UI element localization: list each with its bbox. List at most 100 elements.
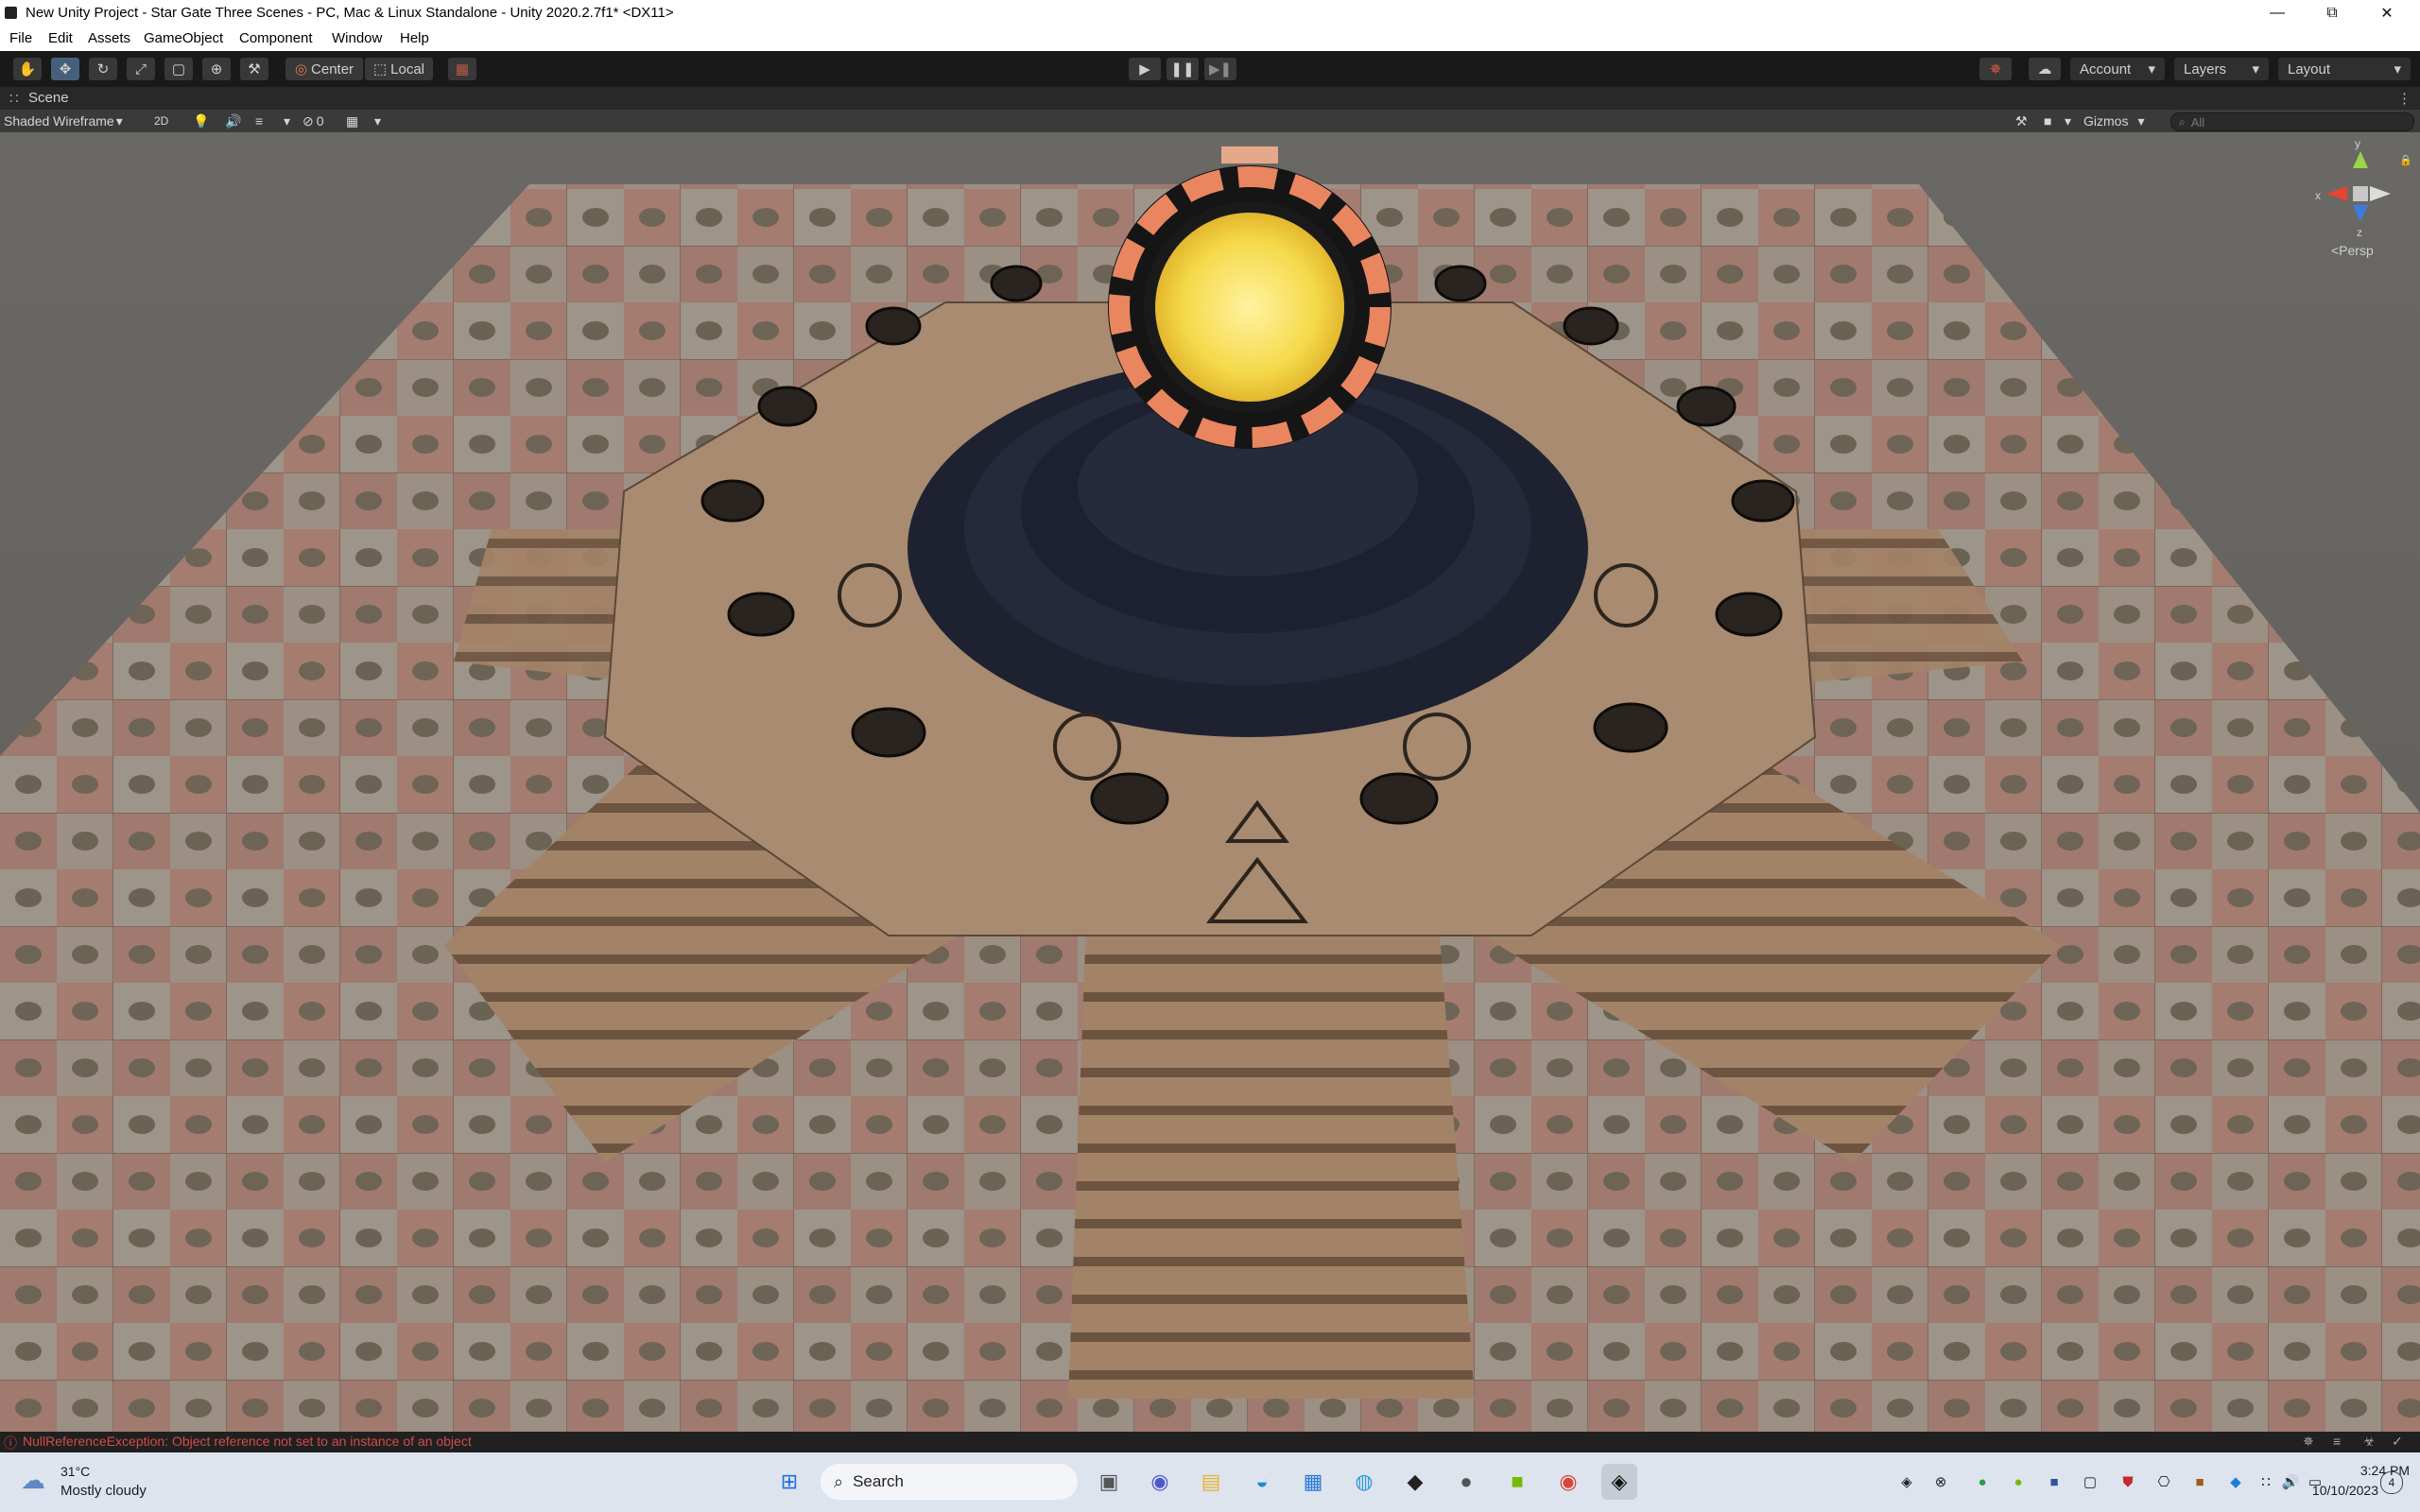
ghost-app-icon[interactable]: ◆ xyxy=(1397,1464,1433,1500)
scene-viewport[interactable]: y x z <Persp 🔒 xyxy=(0,132,2420,1432)
minimize-icon[interactable]: — xyxy=(2250,0,2305,26)
clock-date[interactable]: 10/10/2023 xyxy=(2293,1483,2378,1498)
cache-icon[interactable]: ≡ xyxy=(2333,1434,2341,1449)
audio-icon[interactable]: 🔊 xyxy=(225,112,241,130)
scale-tool-icon[interactable]: ⤢ xyxy=(127,58,155,80)
effects-icon[interactable]: ≡ xyxy=(255,112,263,130)
gizmo-neg-x-arrow[interactable] xyxy=(2370,186,2391,201)
collab-icon[interactable]: ✵ xyxy=(1979,58,2012,80)
move-tool-icon[interactable]: ✥ xyxy=(51,58,79,80)
layout-dropdown[interactable]: Layout ▾ xyxy=(2278,58,2411,80)
error-icon: ⓘ xyxy=(4,1435,17,1451)
draw-mode-dropdown[interactable]: Shaded Wireframe ▾ xyxy=(4,112,136,130)
unity-tray-icon[interactable]: ◈ xyxy=(1896,1471,1917,1492)
cube-icon: ⬚ xyxy=(372,61,388,77)
menu-file[interactable]: File xyxy=(9,30,32,46)
dark-app-icon[interactable]: ● xyxy=(1448,1464,1484,1500)
pivot-space-toggle[interactable]: ⬚ Local xyxy=(365,58,433,80)
cloud-weather-icon[interactable]: ☁ xyxy=(21,1466,45,1495)
gizmo-x-arrow[interactable] xyxy=(2326,186,2347,201)
camera-icon[interactable]: ■ xyxy=(2044,112,2051,130)
window-title: New Unity Project - Star Gate Three Scen… xyxy=(26,5,674,21)
outlook-tray-icon[interactable]: ■ xyxy=(2044,1471,2065,1492)
menu-help[interactable]: Help xyxy=(400,30,429,46)
more-options-icon[interactable]: ⋮ xyxy=(2397,90,2411,107)
step-button-icon[interactable]: ▶❚ xyxy=(1204,58,1236,80)
windows-start-icon[interactable]: ⊞ xyxy=(771,1464,807,1500)
chevron-down-icon: ▾ xyxy=(115,112,123,129)
check-icon[interactable]: ✓ xyxy=(2392,1434,2403,1450)
layers-label: Layers xyxy=(2184,60,2227,77)
grid-snap-icon[interactable]: ▦ xyxy=(448,58,476,80)
chevron-down-icon: ▾ xyxy=(2148,61,2155,77)
usb-tray-icon[interactable]: ⎔ xyxy=(2153,1471,2174,1492)
app-tray-icon[interactable]: ■ xyxy=(2189,1471,2210,1492)
maximize-icon[interactable]: ⧉ xyxy=(2305,0,2360,26)
cloud-icon[interactable]: ☁ xyxy=(2029,58,2061,80)
menu-edit[interactable]: Edit xyxy=(48,30,73,46)
custom-tool-icon[interactable]: ⚒ xyxy=(240,58,268,80)
chevron-down-icon[interactable]: ▾ xyxy=(2065,112,2071,130)
pause-button-icon[interactable]: ❚❚ xyxy=(1167,58,1199,80)
lighting-icon[interactable]: 💡 xyxy=(193,112,209,130)
taskbar-search[interactable]: ⌕ Search xyxy=(821,1464,1078,1500)
security-tray-icon[interactable]: ⛊ xyxy=(2118,1471,2138,1492)
orientation-gizmo[interactable]: y x z <Persp 🔒 xyxy=(2307,137,2412,260)
layers-dropdown[interactable]: Layers ▾ xyxy=(2174,58,2269,80)
network-tray-icon[interactable]: ▢ xyxy=(2080,1471,2100,1492)
gizmo-x-label: x xyxy=(2315,189,2321,202)
nvidia-icon[interactable]: ■ xyxy=(1499,1464,1535,1500)
gizmo-y-arrow[interactable] xyxy=(2353,151,2368,168)
weather-temp[interactable]: 31°C xyxy=(60,1464,90,1479)
menu-component[interactable]: Component xyxy=(239,30,313,46)
nvidia-tray-icon[interactable]: ● xyxy=(2008,1471,2029,1492)
account-dropdown[interactable]: Account ▾ xyxy=(2070,58,2165,80)
globe-app-icon[interactable]: ◍ xyxy=(1346,1464,1382,1500)
chrome-icon[interactable]: ◉ xyxy=(1550,1464,1586,1500)
pivot-center-toggle[interactable]: ◎ Center xyxy=(285,58,363,80)
chevron-down-icon[interactable]: ▾ xyxy=(374,112,381,130)
gizmo-center-cube[interactable] xyxy=(2353,186,2368,201)
notification-badge[interactable]: 4 xyxy=(2380,1471,2403,1494)
file-explorer-icon[interactable]: ▤ xyxy=(1193,1464,1229,1500)
layout-label: Layout xyxy=(2288,60,2331,77)
teams-chat-icon[interactable]: ◉ xyxy=(1142,1464,1178,1500)
close-icon[interactable]: ✕ xyxy=(2360,0,2414,26)
task-view-icon[interactable]: ▣ xyxy=(1091,1464,1127,1500)
edge-browser-icon[interactable]: ◒ xyxy=(1244,1464,1280,1500)
weather-desc[interactable]: Mostly cloudy xyxy=(60,1483,147,1499)
progress-icon[interactable]: ✵ xyxy=(2303,1434,2314,1450)
status-bar[interactable]: ⓘ NullReferenceException: Object referen… xyxy=(0,1432,2420,1452)
menu-window[interactable]: Window xyxy=(332,30,382,46)
unity-taskbar-icon[interactable]: ◈ xyxy=(1601,1464,1637,1500)
green-tray-icon[interactable]: ● xyxy=(1972,1471,1993,1492)
play-button-icon[interactable]: ▶ xyxy=(1129,58,1161,80)
hand-tool-icon[interactable]: ✋ xyxy=(13,58,42,80)
drag-handle-icon[interactable]: ∷ xyxy=(9,90,19,107)
menu-gameobject[interactable]: GameObject xyxy=(144,30,223,46)
grid-icon[interactable]: ▦ xyxy=(346,112,358,130)
status-message[interactable]: NullReferenceException: Object reference… xyxy=(23,1434,472,1449)
scene-tab-bar: ∷ Scene ⋮ xyxy=(0,87,2420,110)
menu-assets[interactable]: Assets xyxy=(88,30,130,46)
scene-search-field[interactable]: ⌕ All xyxy=(2170,112,2414,131)
stairs-front xyxy=(1068,898,1475,1399)
chevron-down-icon[interactable]: ▾ xyxy=(284,112,290,130)
bug-icon[interactable]: ☣ xyxy=(2363,1434,2376,1450)
store-icon[interactable]: ▦ xyxy=(1295,1464,1331,1500)
mode-2d-toggle[interactable]: 2D xyxy=(154,112,168,130)
rotate-tool-icon[interactable]: ↻ xyxy=(89,58,117,80)
gizmos-label: Gizmos xyxy=(2083,113,2129,129)
gizmo-z-arrow[interactable] xyxy=(2353,205,2368,222)
transform-tool-icon[interactable]: ⊕ xyxy=(202,58,231,80)
rect-tool-icon[interactable]: ▢ xyxy=(164,58,193,80)
gizmos-dropdown[interactable]: Gizmos ▾ xyxy=(2083,112,2144,130)
projection-label[interactable]: <Persp xyxy=(2331,243,2374,258)
hidden-objects-toggle[interactable]: ⊘ 0 xyxy=(302,112,324,130)
wifi-icon[interactable]: ∷ xyxy=(2256,1471,2276,1492)
scene-tab[interactable]: Scene xyxy=(28,90,69,106)
xbox-icon[interactable]: ⊗ xyxy=(1930,1471,1951,1492)
tools-icon[interactable]: ⚒ xyxy=(2015,112,2028,130)
lock-icon[interactable]: 🔒 xyxy=(2399,154,2412,166)
dropbox-tray-icon[interactable]: ◆ xyxy=(2225,1471,2246,1492)
